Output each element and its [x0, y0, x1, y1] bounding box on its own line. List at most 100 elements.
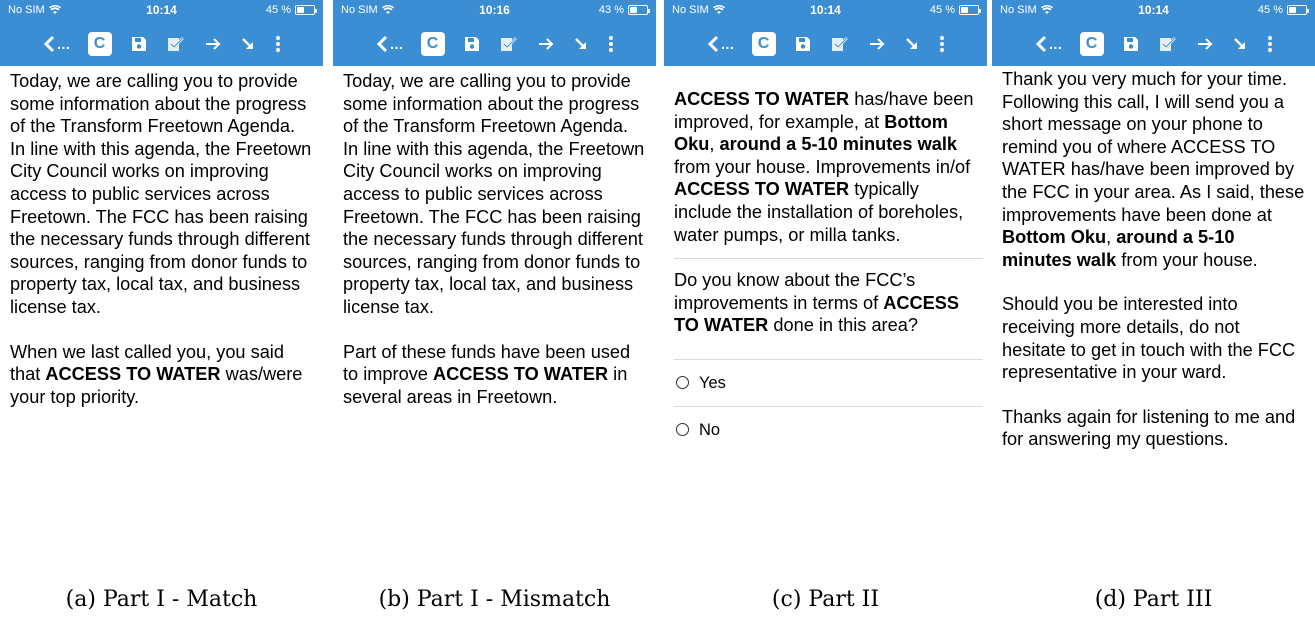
checked-form-icon — [500, 37, 517, 51]
save-button[interactable] — [463, 35, 481, 53]
c-button[interactable]: C — [420, 32, 445, 56]
battery-icon — [295, 5, 317, 15]
caption-part1-mismatch: (b) Part I - Mismatch — [378, 587, 611, 612]
survey-text: Thank you very much for your time. Follo… — [992, 66, 1315, 451]
validate-button[interactable] — [499, 35, 519, 53]
battery-icon — [1287, 5, 1309, 15]
c-button[interactable]: C — [1079, 32, 1104, 56]
text-segment: from your house. — [1116, 249, 1258, 270]
caption-part3: (d) Part III — [1094, 587, 1213, 612]
option-no[interactable]: No — [674, 407, 977, 453]
chevron-left-icon — [707, 35, 718, 53]
option-label: No — [699, 420, 721, 439]
phone-screen-part2: No SIM 10:14 45 % … C ACCESS TO WATER ha… — [664, 0, 987, 560]
save-button[interactable] — [130, 35, 148, 53]
collapse-button[interactable] — [1232, 36, 1248, 52]
checked-form-icon — [1159, 37, 1176, 51]
improvement-paragraph: ACCESS TO WATER has/have been improved, … — [674, 88, 977, 246]
save-button[interactable] — [1122, 35, 1140, 53]
arrow-right-icon — [1197, 38, 1212, 50]
battery-percent: 45 % — [265, 4, 291, 16]
battery-status: 45 % — [265, 4, 317, 16]
vertical-dots-icon — [275, 36, 280, 52]
priority-paragraph: When we last called you, you said that A… — [10, 341, 313, 409]
battery-percent: 45 % — [1257, 4, 1283, 16]
status-bar: No SIM 10:14 45 % — [992, 0, 1315, 22]
battery-status: 45 % — [1257, 4, 1309, 16]
text-segment: Thank you very much for your time. Follo… — [1002, 69, 1305, 225]
intro-paragraph: Today, we are calling you to provide som… — [10, 71, 312, 317]
toolbar: … C — [333, 22, 656, 66]
c-button[interactable]: C — [751, 32, 776, 56]
c-letter-icon: C — [426, 35, 439, 52]
battery-percent: 43 % — [598, 4, 624, 16]
priority-service: ACCESS TO WATER — [45, 364, 221, 385]
checked-form-icon — [831, 37, 848, 51]
radio-unselected-icon[interactable] — [676, 376, 689, 390]
text-segment: done in this area? — [768, 315, 918, 336]
forward-button[interactable] — [1196, 36, 1214, 52]
survey-text: Today, we are calling you to provide som… — [333, 66, 656, 408]
vertical-dots-icon — [939, 36, 944, 52]
arrow-down-right-icon — [1233, 38, 1245, 49]
chevron-left-icon — [376, 35, 387, 53]
forward-button[interactable] — [537, 36, 555, 52]
back-button[interactable]: … — [375, 35, 404, 53]
arrow-down-right-icon — [905, 38, 917, 49]
divider — [674, 258, 983, 260]
c-button[interactable]: C — [87, 32, 112, 56]
radio-unselected-icon[interactable] — [676, 423, 689, 437]
caption-part2: (c) Part II — [771, 587, 880, 612]
phone-screen-part1-match: No SIM 10:14 45 % … C Today, we are call… — [0, 0, 323, 560]
contact-paragraph: Should you be interested into receiving … — [1002, 294, 1296, 383]
c-letter-icon: C — [1085, 35, 1098, 52]
battery-percent: 45 % — [929, 4, 955, 16]
validate-button[interactable] — [830, 35, 850, 53]
toolbar: … C — [992, 22, 1315, 66]
c-letter-icon: C — [93, 35, 106, 52]
c-letter-icon: C — [757, 35, 770, 52]
closing-paragraph: Thank you very much for your time. Follo… — [1002, 68, 1305, 271]
save-button[interactable] — [794, 35, 812, 53]
status-bar: No SIM 10:16 43 % — [333, 0, 656, 22]
funds-paragraph: Part of these funds have been used to im… — [343, 341, 646, 409]
location-name: Bottom Oku — [1002, 227, 1107, 248]
forward-button[interactable] — [204, 36, 222, 52]
thanks-paragraph: Thanks again for listening to me and for… — [1002, 406, 1296, 450]
floppy-disk-icon — [795, 37, 810, 51]
validate-button[interactable] — [1158, 35, 1178, 53]
arrow-down-right-icon — [574, 38, 586, 49]
phone-screen-part3: No SIM 10:14 45 % … C Thank you very muc… — [992, 0, 1315, 560]
collapse-button[interactable] — [240, 36, 256, 52]
chevron-left-icon — [1035, 35, 1046, 53]
collapse-button[interactable] — [904, 36, 920, 52]
arrow-right-icon — [538, 38, 553, 50]
back-button[interactable]: … — [42, 35, 71, 53]
caption-part1-match: (a) Part I - Match — [65, 587, 258, 612]
battery-icon — [628, 5, 650, 15]
more-menu-button[interactable] — [1266, 35, 1274, 53]
vertical-dots-icon — [1267, 36, 1272, 52]
collapse-button[interactable] — [573, 36, 589, 52]
arrow-down-right-icon — [241, 38, 253, 49]
toolbar: … C — [0, 22, 323, 66]
more-menu-button[interactable] — [938, 35, 946, 53]
back-button[interactable]: … — [706, 35, 735, 53]
text-segment: Do you know about the FCC’s improvements… — [674, 270, 916, 313]
forward-button[interactable] — [868, 36, 886, 52]
more-menu-button[interactable] — [274, 35, 282, 53]
option-yes[interactable]: Yes — [674, 360, 977, 406]
floppy-disk-icon — [464, 37, 479, 51]
text-segment: , — [1106, 227, 1117, 248]
vertical-dots-icon — [608, 36, 613, 52]
toolbar: … C — [664, 22, 987, 66]
back-button[interactable]: … — [1034, 35, 1063, 53]
improved-service: ACCESS TO WATER — [432, 364, 609, 385]
more-menu-button[interactable] — [607, 35, 615, 53]
text-segment: , — [709, 134, 720, 155]
phone-screen-part1-mismatch: No SIM 10:16 43 % … C Today, we are call… — [333, 0, 656, 560]
arrow-right-icon — [869, 38, 884, 50]
floppy-disk-icon — [131, 37, 146, 51]
text-segment: from your house. Improvements in/of — [674, 156, 971, 177]
validate-button[interactable] — [166, 35, 186, 53]
